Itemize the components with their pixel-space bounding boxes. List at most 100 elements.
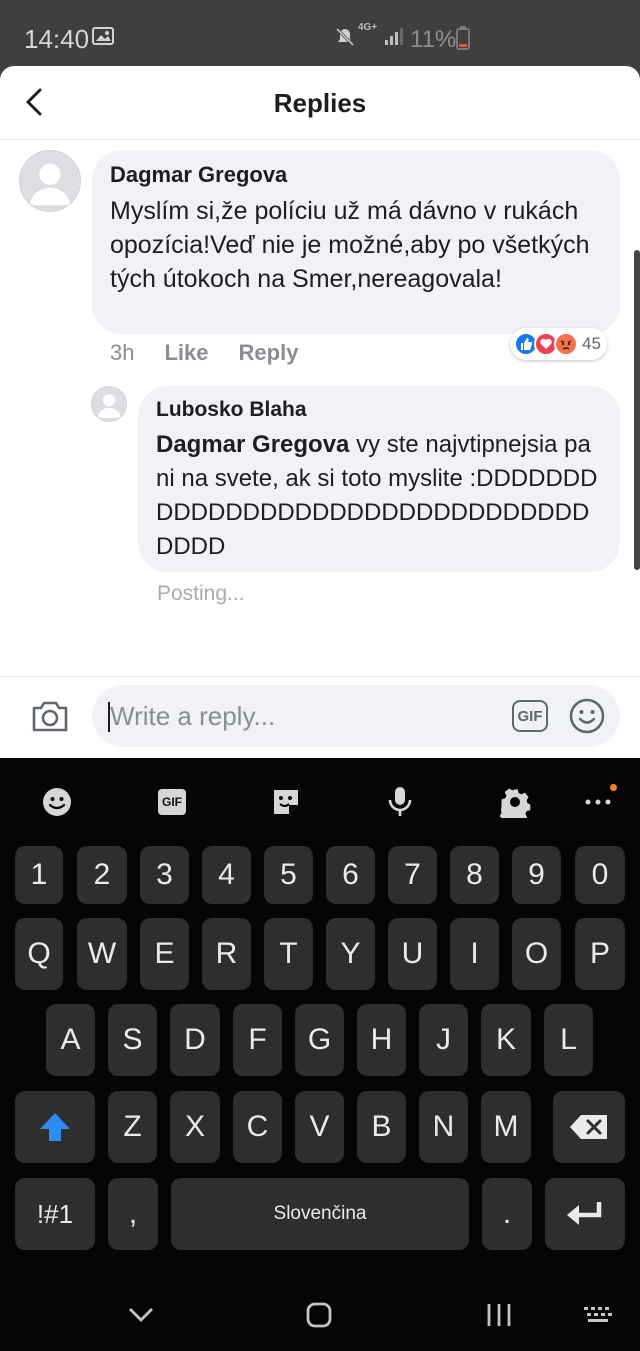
avatar[interactable]	[19, 150, 81, 212]
key-k[interactable]: K	[481, 1004, 531, 1076]
tagged-user[interactable]: Dagmar Gregova	[156, 431, 349, 458]
like-button[interactable]: Like	[164, 340, 208, 366]
reply-text: Dagmar Gregova vy ste najvtipnejsia pani…	[156, 428, 602, 564]
key-3[interactable]: 3	[140, 846, 189, 904]
key-v[interactable]: V	[295, 1091, 344, 1163]
page-title: Replies	[273, 88, 367, 118]
comment-time: 3h	[110, 340, 135, 365]
key-l[interactable]: L	[544, 1004, 593, 1076]
text-cursor	[108, 702, 110, 732]
key-z[interactable]: Z	[108, 1091, 157, 1163]
shift-key[interactable]	[15, 1091, 95, 1163]
enter-key[interactable]	[545, 1178, 625, 1250]
replies-sheet: Replies Dagmar Gregova Myslím si,že polí…	[0, 66, 640, 758]
keyboard-emoji-button[interactable]	[39, 784, 75, 820]
key-4[interactable]: 4	[202, 846, 251, 904]
image-notification-icon	[92, 27, 114, 50]
reaction-count: 45	[582, 334, 601, 353]
reply-bubble: Lubosko Blaha Dagmar Gregova vy ste najv…	[138, 386, 620, 572]
key-u[interactable]: U	[388, 918, 437, 990]
comma-key[interactable]: ,	[108, 1178, 158, 1250]
more-icon	[585, 799, 611, 805]
key-0[interactable]: 0	[575, 846, 625, 904]
default-avatar-icon	[20, 151, 80, 211]
smiley-icon	[569, 698, 605, 734]
scrollbar[interactable]	[634, 250, 640, 570]
recents-icon	[487, 1304, 511, 1326]
comment-author[interactable]: Dagmar Gregova	[110, 162, 602, 188]
notification-dot	[610, 784, 617, 791]
backspace-icon	[570, 1115, 607, 1139]
network-type: 4G+	[358, 22, 378, 33]
key-p[interactable]: P	[575, 918, 625, 990]
status-time: 14:40	[24, 24, 90, 54]
key-9[interactable]: 9	[512, 846, 561, 904]
key-5[interactable]: 5	[264, 846, 313, 904]
comment-text: Myslím si,že políciu už má dávno v rukác…	[110, 197, 590, 293]
nav-keyboard-button[interactable]	[580, 1298, 616, 1332]
header: Replies	[0, 66, 640, 140]
keyboard-sticker-button[interactable]	[268, 784, 304, 820]
chevron-down-icon	[129, 1308, 153, 1322]
battery-icon	[456, 26, 470, 55]
keyboard: GIF 1 2 3 4 5 6 7 8 9 0 Q W E R T Y U I …	[0, 758, 640, 1351]
key-d[interactable]: D	[170, 1004, 220, 1076]
key-b[interactable]: B	[357, 1091, 406, 1163]
period-key[interactable]: .	[482, 1178, 532, 1250]
key-j[interactable]: J	[419, 1004, 468, 1076]
reply-button[interactable]: Reply	[239, 340, 299, 366]
enter-icon	[567, 1202, 602, 1225]
avatar[interactable]	[91, 386, 127, 422]
camera-button[interactable]	[30, 698, 70, 734]
gear-icon	[499, 788, 531, 818]
camera-icon	[32, 701, 68, 732]
emoji-button[interactable]	[568, 697, 606, 735]
symbols-key[interactable]: !#1	[15, 1178, 95, 1250]
key-r[interactable]: R	[202, 918, 251, 990]
key-w[interactable]: W	[77, 918, 127, 990]
key-7[interactable]: 7	[388, 846, 437, 904]
key-e[interactable]: E	[140, 918, 189, 990]
key-h[interactable]: H	[357, 1004, 406, 1076]
key-6[interactable]: 6	[326, 846, 375, 904]
keyboard-settings-button[interactable]	[497, 784, 533, 820]
keyboard-icon	[584, 1307, 612, 1322]
mute-icon	[334, 26, 356, 53]
key-f[interactable]: F	[233, 1004, 282, 1076]
comment-bubble: Dagmar Gregova Myslím si,že políciu už m…	[92, 150, 620, 334]
reactions-summary[interactable]: 45	[510, 328, 607, 360]
key-o[interactable]: O	[512, 918, 561, 990]
key-2[interactable]: 2	[77, 846, 127, 904]
comment-actions: 3h Like Reply	[110, 340, 298, 366]
key-s[interactable]: S	[108, 1004, 157, 1076]
keyboard-gif-button[interactable]: GIF	[154, 784, 190, 820]
battery-percent: 11%	[410, 26, 457, 53]
backspace-key[interactable]	[553, 1091, 625, 1163]
nav-home-button[interactable]	[302, 1298, 336, 1332]
key-i[interactable]: I	[450, 918, 499, 990]
key-n[interactable]: N	[419, 1091, 468, 1163]
key-y[interactable]: Y	[326, 918, 375, 990]
reply-author[interactable]: Lubosko Blaha	[156, 398, 602, 422]
key-c[interactable]: C	[233, 1091, 282, 1163]
default-avatar-icon	[92, 387, 126, 421]
sticker-icon	[274, 790, 298, 814]
space-key[interactable]: Slovenčina	[171, 1178, 469, 1250]
gif-icon: GIF	[158, 789, 186, 815]
posting-status: Posting...	[157, 582, 245, 605]
key-m[interactable]: M	[481, 1091, 531, 1163]
key-g[interactable]: G	[295, 1004, 344, 1076]
key-x[interactable]: X	[170, 1091, 220, 1163]
key-1[interactable]: 1	[15, 846, 63, 904]
key-a[interactable]: A	[46, 1004, 95, 1076]
smiley-icon	[43, 788, 71, 816]
nav-back-button[interactable]	[124, 1298, 158, 1332]
keyboard-voice-button[interactable]	[382, 784, 418, 820]
angry-reaction-icon	[554, 332, 578, 356]
key-t[interactable]: T	[264, 918, 313, 990]
shift-arrow-icon	[40, 1113, 70, 1141]
key-8[interactable]: 8	[450, 846, 499, 904]
key-q[interactable]: Q	[15, 918, 63, 990]
gif-button[interactable]: GIF	[512, 700, 548, 732]
nav-recents-button[interactable]	[482, 1298, 516, 1332]
